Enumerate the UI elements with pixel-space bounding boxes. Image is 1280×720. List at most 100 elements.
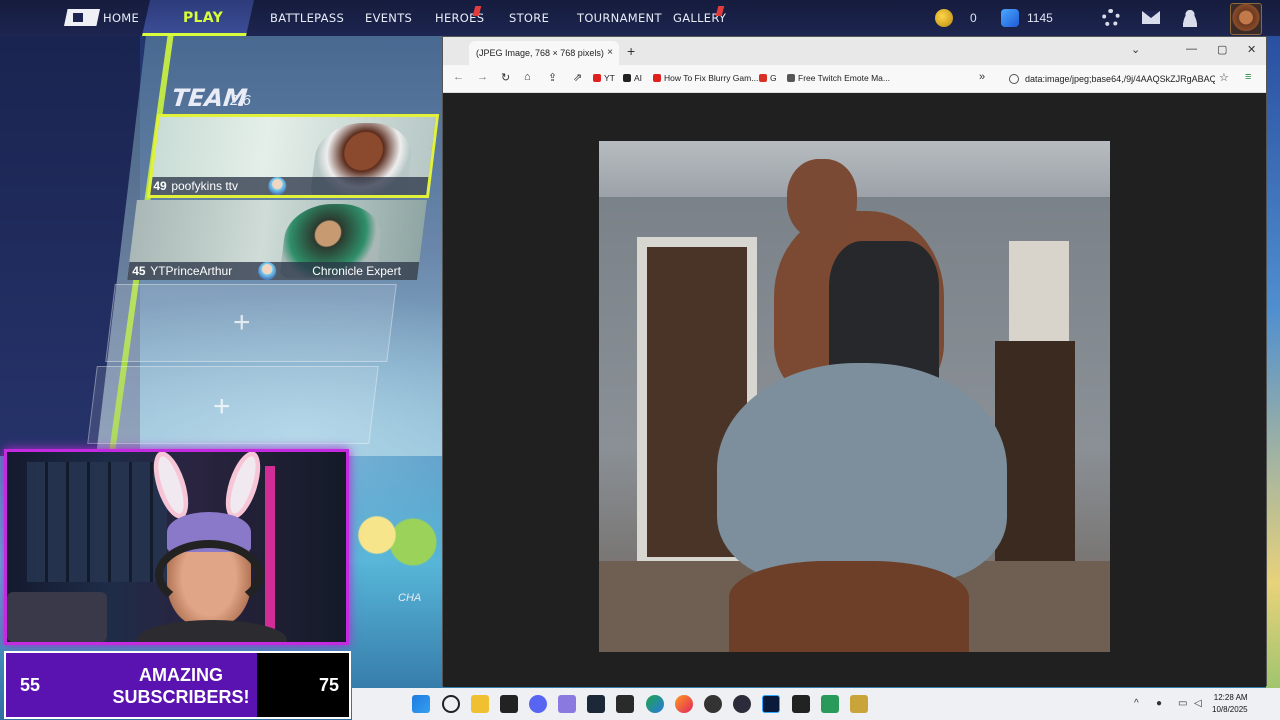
bookmark-item[interactable]: YT — [593, 73, 615, 83]
browser-tab[interactable]: (JPEG Image, 768 × 768 pixels) × — [469, 41, 619, 65]
app-icon[interactable] — [792, 695, 810, 713]
gear-icon[interactable] — [1102, 9, 1120, 27]
share-icon[interactable]: ⇗ — [573, 71, 582, 84]
menu-icon[interactable]: ≡ — [1245, 71, 1251, 83]
start-icon[interactable] — [412, 695, 430, 713]
bookmark-item[interactable]: AI — [623, 73, 642, 83]
empty-team-slot[interactable] — [87, 366, 379, 444]
bookmark-label: AI — [634, 73, 643, 83]
subscriber-goal-bar: 55 AMAZING SUBSCRIBERS! 75 — [4, 651, 351, 719]
bookmark-icon — [593, 74, 601, 82]
firefox-icon[interactable] — [675, 695, 693, 713]
bunny-ear — [218, 452, 268, 523]
game-logo-icon[interactable] — [64, 9, 100, 26]
steam-icon[interactable] — [587, 695, 605, 713]
extension-icon[interactable]: ⇪ — [548, 71, 557, 84]
member-title: Chronicle Expert — [312, 264, 401, 278]
discord-icon[interactable] — [529, 695, 547, 713]
nav-store[interactable]: STORE — [509, 0, 549, 36]
obs-icon[interactable] — [704, 695, 722, 713]
right-game-strip — [1266, 36, 1280, 720]
reload-icon[interactable]: ↻ — [501, 71, 510, 84]
member-name: poofykins ttv — [171, 179, 239, 193]
new-tab-button[interactable]: + — [627, 41, 635, 61]
close-tab-icon[interactable]: × — [607, 41, 613, 65]
address-text: data:image/jpeg;base64,/9j/4AAQSkZJRgABA… — [1025, 74, 1215, 84]
gem-count: 1145 — [1027, 11, 1053, 25]
empty-team-slot[interactable] — [105, 284, 397, 362]
mail-icon[interactable] — [1142, 11, 1160, 24]
image-figure-shorts — [717, 363, 1007, 583]
tray-overflow-icon[interactable]: ^ — [1134, 698, 1146, 710]
home-icon[interactable]: ⌂ — [524, 71, 531, 83]
more-bookmarks-icon[interactable]: » — [979, 71, 985, 83]
browser-window: (JPEG Image, 768 × 768 pixels) × + ⌄ — ▢… — [442, 36, 1267, 687]
app-icon[interactable] — [500, 695, 518, 713]
member-name: YTPrinceArthur — [150, 264, 233, 278]
windows-taskbar: ^ ● ▭ ◁ 12:28 AM 10/8/2025 — [352, 688, 1280, 720]
nav-play[interactable]: PLAY — [183, 0, 223, 36]
nav-home[interactable]: HOME — [103, 0, 139, 36]
clock-date: 10/8/2025 — [1212, 705, 1248, 714]
gold-count: 0 — [970, 11, 977, 25]
bookmark-star-icon[interactable]: ☆ — [1219, 71, 1229, 84]
team-count: 2/6 — [230, 92, 251, 109]
network-icon[interactable]: ▭ — [1178, 698, 1190, 710]
nav-tournament[interactable]: TOURNAMENT — [577, 0, 662, 36]
app-icon[interactable] — [733, 695, 751, 713]
bookmark-item[interactable]: G — [759, 73, 777, 83]
tab-list-icon[interactable]: ⌄ — [1131, 43, 1140, 56]
volume-icon[interactable]: ◁ — [1194, 698, 1206, 710]
image-viewport — [443, 93, 1266, 687]
microphone-icon[interactable]: ● — [1156, 698, 1168, 710]
displayed-jpeg-image[interactable] — [599, 141, 1110, 652]
bookmark-label: Free Twitch Emote Ma... — [798, 73, 890, 83]
tab-title: (JPEG Image, 768 × 768 pixels) — [476, 48, 604, 58]
app-icon[interactable] — [558, 695, 576, 713]
image-figure-legs — [729, 561, 969, 652]
epic-games-icon[interactable] — [616, 695, 634, 713]
add-member-icon[interactable]: + — [233, 308, 251, 338]
tab-strip: (JPEG Image, 768 × 768 pixels) × + ⌄ — ▢… — [443, 37, 1266, 65]
forward-icon[interactable]: → — [477, 71, 488, 83]
bookmark-label: YT — [604, 73, 615, 83]
profile-avatar[interactable] — [1230, 3, 1262, 35]
bookmark-item[interactable]: Free Twitch Emote Ma... — [787, 73, 890, 83]
maximize-icon[interactable]: ▢ — [1217, 43, 1227, 56]
clock-time: 12:28 AM — [1213, 693, 1248, 702]
member-level: 45 — [132, 264, 146, 278]
neon-light — [265, 466, 275, 636]
scenery-art — [350, 500, 440, 570]
info-icon[interactable] — [1009, 74, 1019, 84]
search-icon[interactable] — [442, 695, 460, 713]
close-window-icon[interactable]: ✕ — [1247, 43, 1256, 56]
back-icon[interactable]: ← — [453, 71, 464, 83]
clock[interactable]: 12:28 AM 10/8/2025 — [1212, 692, 1248, 716]
team-member-card[interactable]: 45 YTPrinceArthur Chronicle Expert — [127, 200, 427, 280]
nav-battlepass[interactable]: BATTLEPASS — [270, 0, 344, 36]
change-hero-button[interactable]: CHA — [398, 592, 421, 604]
subscriber-goal: 75 — [318, 675, 339, 695]
add-member-icon[interactable]: + — [213, 392, 231, 422]
app-icon[interactable] — [821, 695, 839, 713]
bookmark-icon — [759, 74, 767, 82]
member-avatar — [258, 262, 277, 280]
subscriber-current: 55 — [20, 675, 41, 695]
bookmark-item[interactable]: How To Fix Blurry Gam... — [653, 73, 758, 83]
bookmark-icon — [787, 74, 795, 82]
address-bar[interactable]: data:image/jpeg;base64,/9j/4AAQSkZJRgABA… — [1005, 69, 1215, 89]
team-member-card[interactable]: 49 poofykins ttv — [146, 114, 440, 198]
photoshop-icon[interactable] — [762, 695, 780, 713]
file-explorer-icon[interactable] — [471, 695, 489, 713]
headset — [155, 540, 263, 610]
subscriber-label-line: SUBSCRIBERS! — [112, 687, 250, 707]
minimize-icon[interactable]: — — [1186, 43, 1197, 55]
nav-events[interactable]: EVENTS — [365, 0, 412, 36]
friends-icon[interactable] — [1181, 9, 1199, 27]
gold-coin-icon[interactable] — [935, 9, 953, 27]
bookmark-icon — [653, 74, 661, 82]
bookmark-label: G — [770, 73, 777, 83]
game-icon[interactable] — [850, 695, 868, 713]
edge-icon[interactable] — [646, 695, 664, 713]
gem-currency-icon[interactable] — [1001, 9, 1019, 27]
